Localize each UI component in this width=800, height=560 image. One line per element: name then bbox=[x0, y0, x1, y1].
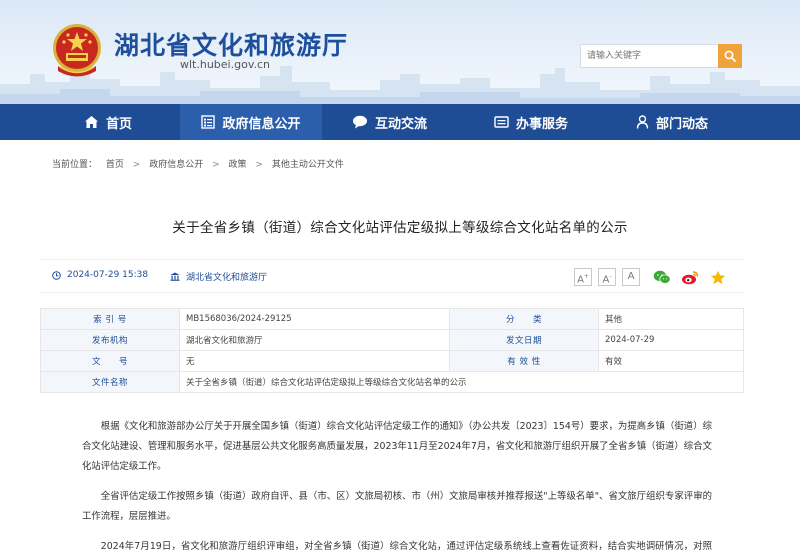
document-info-table: 索 引 号 MB1568036/2024-29125 分 类 其他 发布机构 湖… bbox=[40, 308, 744, 393]
breadcrumb-item-other-files[interactable]: 其他主动公开文件 bbox=[272, 160, 344, 170]
nav-item-label: 办事服务 bbox=[516, 116, 569, 132]
font-size-large-button[interactable]: A+ bbox=[574, 268, 592, 286]
home-icon bbox=[85, 116, 98, 128]
breadcrumb: 当前位置： 首页 > 政府信息公开 > 政策 > 其他主动公开文件 bbox=[52, 157, 350, 170]
info-label-index-number: 索 引 号 bbox=[40, 308, 180, 330]
info-label-document-number: 文 号 bbox=[40, 350, 180, 372]
breadcrumb-separator: > bbox=[132, 160, 141, 170]
info-label-document-name: 文件名称 bbox=[40, 371, 180, 393]
wechat-icon bbox=[653, 270, 671, 284]
breadcrumb-item-policy[interactable]: 政策 bbox=[229, 160, 247, 170]
info-label-issuer: 发布机构 bbox=[40, 329, 180, 351]
breadcrumb-item-home[interactable]: 首页 bbox=[106, 160, 124, 170]
publish-source: 湖北省文化和旅游厅 bbox=[170, 270, 267, 283]
share-weibo-button[interactable] bbox=[680, 268, 700, 286]
search-input[interactable] bbox=[581, 45, 719, 67]
person-icon bbox=[636, 115, 649, 129]
info-value-index-number: MB1568036/2024-29125 bbox=[179, 308, 450, 330]
nav-item-services[interactable]: 办事服务 bbox=[494, 104, 568, 140]
info-value-document-name: 关于全省乡镇（街道）综合文化站评估定级拟上等级综合文化站名单的公示 bbox=[179, 371, 744, 393]
search-icon bbox=[724, 50, 736, 62]
favorite-button[interactable] bbox=[708, 268, 728, 286]
nav-item-government-info[interactable]: 政府信息公开 bbox=[180, 104, 322, 140]
organization-icon bbox=[170, 272, 180, 281]
table-row: 文 号 无 有 效 性 有效 bbox=[40, 350, 744, 372]
nav-item-department-news[interactable]: 部门动态 bbox=[636, 104, 708, 140]
site-header: 湖北省文化和旅游厅 wlt.hubei.gov.cn bbox=[0, 0, 800, 104]
info-value-document-number: 无 bbox=[179, 350, 450, 372]
nav-item-label: 互动交流 bbox=[375, 116, 428, 132]
table-row: 发布机构 湖北省文化和旅游厅 发文日期 2024-07-29 bbox=[40, 329, 744, 351]
info-value-issuer: 湖北省文化和旅游厅 bbox=[179, 329, 450, 351]
chat-bubble-icon bbox=[353, 115, 367, 129]
breadcrumb-prefix: 当前位置： bbox=[52, 160, 98, 170]
nav-item-label: 政府信息公开 bbox=[222, 116, 301, 132]
favorite-star-icon bbox=[710, 270, 726, 284]
document-list-icon bbox=[201, 115, 216, 129]
font-size-default-button[interactable]: A bbox=[622, 268, 640, 286]
font-size-small-button[interactable]: A- bbox=[598, 268, 616, 286]
info-value-validity: 有效 bbox=[598, 350, 744, 372]
publish-source-text[interactable]: 湖北省文化和旅游厅 bbox=[186, 270, 267, 283]
nav-item-label: 部门动态 bbox=[656, 116, 709, 132]
info-value-category: 其他 bbox=[598, 308, 744, 330]
info-label-issue-date: 发文日期 bbox=[449, 329, 599, 351]
nav-item-label: 首页 bbox=[106, 116, 133, 132]
clock-icon bbox=[52, 270, 61, 280]
breadcrumb-separator: > bbox=[212, 160, 220, 170]
font-button-label: A bbox=[577, 274, 584, 286]
publish-date-text: 2024-07-29 15:38 bbox=[67, 270, 149, 280]
weibo-icon bbox=[682, 270, 699, 284]
search-button[interactable] bbox=[718, 44, 742, 68]
body-paragraph: 全省评估定级工作按照乡镇（街道）政府自评、县（市、区）文旅局初核、市（州）文旅局… bbox=[82, 491, 712, 522]
article-body: 根据《文化和旅游部办公厅关于开展全国乡镇（街道）综合文化站评估定级工作的通知》（… bbox=[82, 417, 712, 560]
breadcrumb-item-government-info[interactable]: 政府信息公开 bbox=[149, 160, 203, 170]
body-paragraph: 2024年7月19日，省文化和旅游厅组织评审组，对全省乡镇（街道）综合文化站，通… bbox=[100, 541, 712, 552]
site-title[interactable]: 湖北省文化和旅游厅 bbox=[114, 26, 348, 62]
publish-date: 2024-07-29 15:38 bbox=[52, 270, 148, 280]
info-label-category: 分 类 bbox=[449, 308, 599, 330]
nav-item-interaction[interactable]: 互动交流 bbox=[352, 104, 427, 140]
body-paragraph: 根据《文化和旅游部办公厅关于开展全国乡镇（街道）综合文化站评估定级工作的通知》（… bbox=[82, 421, 712, 472]
article-title: 关于全省乡镇（街道）综合文化站评估定级拟上等级综合文化站名单的公示 bbox=[172, 220, 628, 236]
search-box bbox=[580, 44, 742, 68]
table-row: 文件名称 关于全省乡镇（街道）综合文化站评估定级拟上等级综合文化站名单的公示 bbox=[40, 371, 744, 393]
info-value-issue-date: 2024-07-29 bbox=[598, 329, 744, 351]
service-icon bbox=[494, 116, 509, 128]
article-meta-bar: 2024-07-29 15:38 湖北省文化和旅游厅 A+ A- A bbox=[40, 259, 744, 293]
main-nav: 首页 政府信息公开 互动交流 办事服务 部门动态 bbox=[0, 104, 800, 140]
site-domain: wlt.hubei.gov.cn bbox=[180, 58, 270, 71]
font-button-label: A bbox=[627, 271, 635, 282]
table-row: 索 引 号 MB1568036/2024-29125 分 类 其他 bbox=[40, 308, 744, 330]
share-wechat-button[interactable] bbox=[652, 268, 672, 286]
breadcrumb-separator: > bbox=[255, 160, 263, 170]
national-emblem-logo bbox=[53, 24, 101, 77]
info-label-validity: 有 效 性 bbox=[449, 350, 599, 372]
nav-item-home[interactable]: 首页 bbox=[84, 104, 132, 140]
